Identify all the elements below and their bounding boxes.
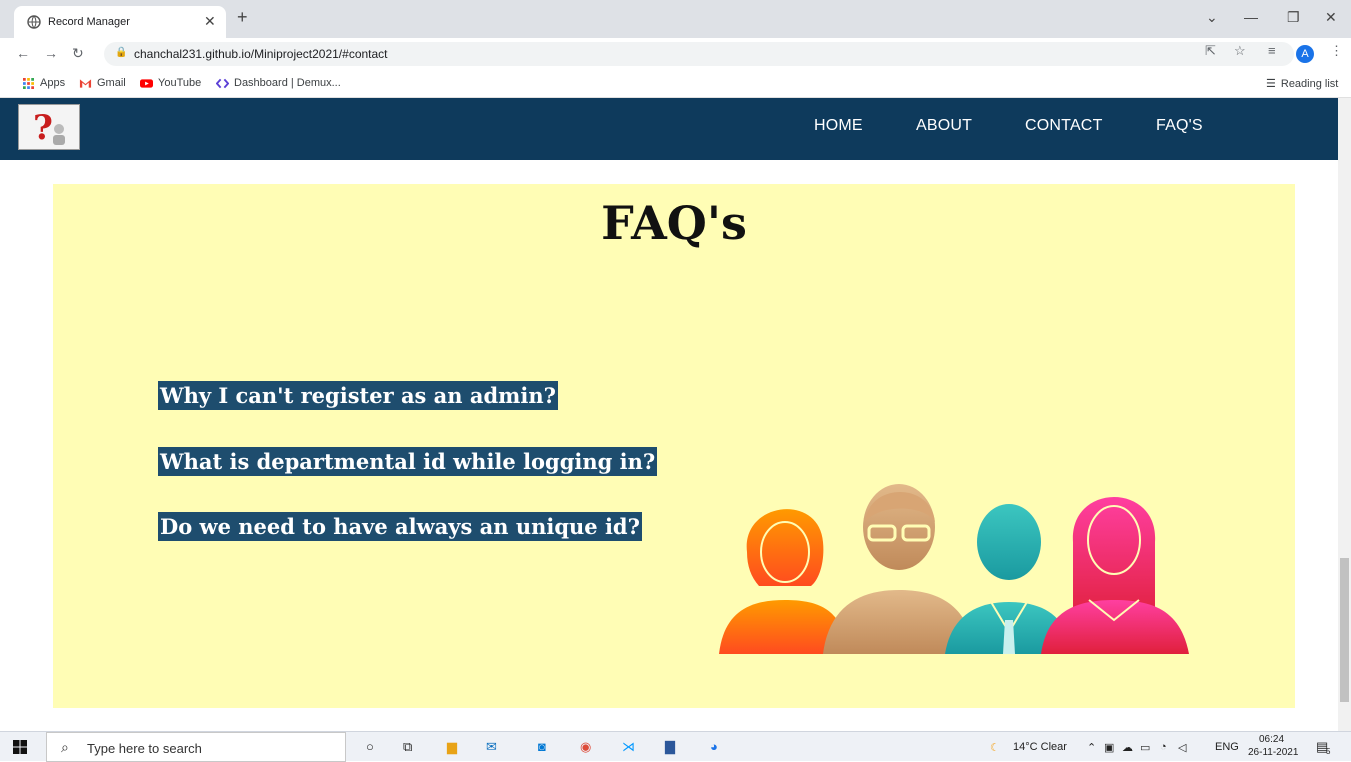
chrome-icon[interactable]: ◉	[580, 739, 591, 755]
language-indicator[interactable]: ENG	[1215, 741, 1239, 753]
faq-question-1[interactable]: Why I can't register as an admin?	[158, 381, 558, 410]
battery-icon[interactable]: ▭	[1140, 741, 1150, 754]
bookmark-label: Gmail	[97, 77, 126, 89]
cortana-icon[interactable]: ○	[366, 739, 374, 754]
scrollbar-thumb[interactable]	[1340, 558, 1349, 702]
bookmark-star-icon[interactable]: ☆	[1234, 43, 1246, 59]
wifi-icon[interactable]: ◔	[1160, 741, 1167, 753]
apps-grid-icon	[23, 77, 34, 89]
close-tab-icon[interactable]: ✕	[204, 13, 216, 30]
profile-avatar[interactable]: A	[1296, 45, 1314, 63]
gmail-icon	[79, 78, 92, 88]
forward-icon[interactable]: →	[44, 45, 58, 61]
page-viewport: ? HOME ABOUT CONTACT FAQ'S FAQ's Why I c…	[0, 98, 1338, 731]
nav-about[interactable]: ABOUT	[916, 117, 972, 135]
youtube-icon	[140, 78, 153, 88]
windows-taskbar: ⌕ Type here to search ○ ⧉ ▆ ✉ ◙ ◉ ⋊ ▇ ◕ …	[0, 731, 1351, 762]
bookmark-label: Apps	[40, 77, 66, 89]
globe-icon	[27, 15, 41, 29]
tab-title: Record Manager	[48, 16, 130, 28]
tab-search-icon[interactable]: ⌄	[1206, 9, 1218, 26]
reading-list-icon: ☰	[1266, 78, 1276, 90]
word-icon[interactable]: ▇	[665, 739, 675, 755]
lock-icon[interactable]: 🔒	[115, 47, 127, 58]
bookmark-gmail[interactable]: Gmail	[79, 77, 126, 89]
nav-home[interactable]: HOME	[814, 117, 863, 135]
faq-section: FAQ's Why I can't register as an admin? …	[53, 184, 1295, 708]
reading-list-label: Reading list	[1280, 77, 1339, 90]
minimize-button[interactable]: —	[1244, 9, 1258, 25]
clock-date[interactable]: 26-11-2021	[1248, 747, 1298, 758]
reload-icon[interactable]: ↻	[72, 45, 84, 62]
site-logo[interactable]: ?	[18, 104, 80, 150]
close-window-button[interactable]: ✕	[1325, 9, 1337, 26]
mail-icon[interactable]: ✉	[486, 739, 497, 755]
people-group-illustration	[719, 484, 1189, 654]
faq-question-3[interactable]: Do we need to have always an unique id?	[158, 512, 642, 541]
bookmarks-bar: Apps Gmail YouTube Dashboard | Demux... …	[0, 70, 1351, 98]
question-person-logo-icon: ?	[19, 105, 79, 149]
task-view-icon[interactable]: ⧉	[403, 739, 412, 755]
omnibox[interactable]: 🔒 chanchal231.github.io/Miniproject2021/…	[104, 42, 1294, 66]
chrome-profile-icon[interactable]: ◕	[710, 739, 718, 754]
tray-device-icon[interactable]: ▣	[1104, 741, 1114, 754]
nav-faqs[interactable]: FAQ'S	[1156, 117, 1203, 135]
file-explorer-icon[interactable]: ▆	[447, 739, 457, 755]
tray-overflow-icon[interactable]: ⌃	[1087, 741, 1096, 754]
media-icon[interactable]: ≡	[1268, 43, 1276, 58]
menu-icon[interactable]: ⋮	[1330, 43, 1343, 59]
reading-list-button[interactable]: ☰ Reading list	[1266, 77, 1339, 91]
back-icon[interactable]: ←	[16, 45, 30, 61]
volume-icon[interactable]: ◁	[1178, 741, 1186, 754]
notification-count: 5	[1326, 747, 1331, 756]
restore-button[interactable]: ❐	[1287, 9, 1300, 26]
search-icon: ⌕	[61, 739, 69, 755]
nav-contact[interactable]: CONTACT	[1025, 117, 1103, 135]
store-icon[interactable]: ◙	[538, 739, 546, 754]
clock-time[interactable]: 06:24	[1259, 734, 1284, 745]
search-placeholder: Type here to search	[87, 741, 202, 756]
new-tab-button[interactable]: +	[237, 7, 248, 28]
url-text[interactable]: chanchal231.github.io/Miniproject2021/#c…	[134, 47, 388, 61]
demux-icon	[216, 78, 229, 88]
onedrive-icon[interactable]: ☁	[1122, 741, 1133, 754]
weather-text[interactable]: 14°C Clear	[1013, 741, 1067, 753]
tab-bar: Record Manager ✕ + ⌄ — ❐ ✕	[0, 0, 1351, 38]
faq-title: FAQ's	[601, 196, 747, 250]
bookmark-apps[interactable]: Apps	[22, 77, 65, 89]
bookmark-youtube[interactable]: YouTube	[140, 77, 201, 89]
faq-question-2[interactable]: What is departmental id while logging in…	[158, 447, 658, 476]
windows-start-icon[interactable]	[13, 740, 27, 754]
site-navbar: ? HOME ABOUT CONTACT FAQ'S	[0, 98, 1338, 160]
svg-text:?: ?	[33, 108, 53, 148]
browser-tab[interactable]: Record Manager ✕	[14, 6, 226, 38]
address-bar-row: ← → ↻ 🔒 chanchal231.github.io/Miniprojec…	[0, 38, 1351, 70]
bookmark-dashboard[interactable]: Dashboard | Demux...	[216, 77, 341, 89]
share-icon[interactable]: ⇱	[1205, 43, 1216, 59]
page-scrollbar[interactable]	[1338, 98, 1351, 731]
weather-moon-icon[interactable]: ☾	[990, 741, 1000, 754]
bookmark-label: Dashboard | Demux...	[234, 77, 341, 89]
bookmark-label: YouTube	[158, 77, 202, 89]
taskbar-search[interactable]: ⌕ Type here to search	[46, 732, 346, 762]
vscode-icon[interactable]: ⋊	[622, 739, 635, 755]
